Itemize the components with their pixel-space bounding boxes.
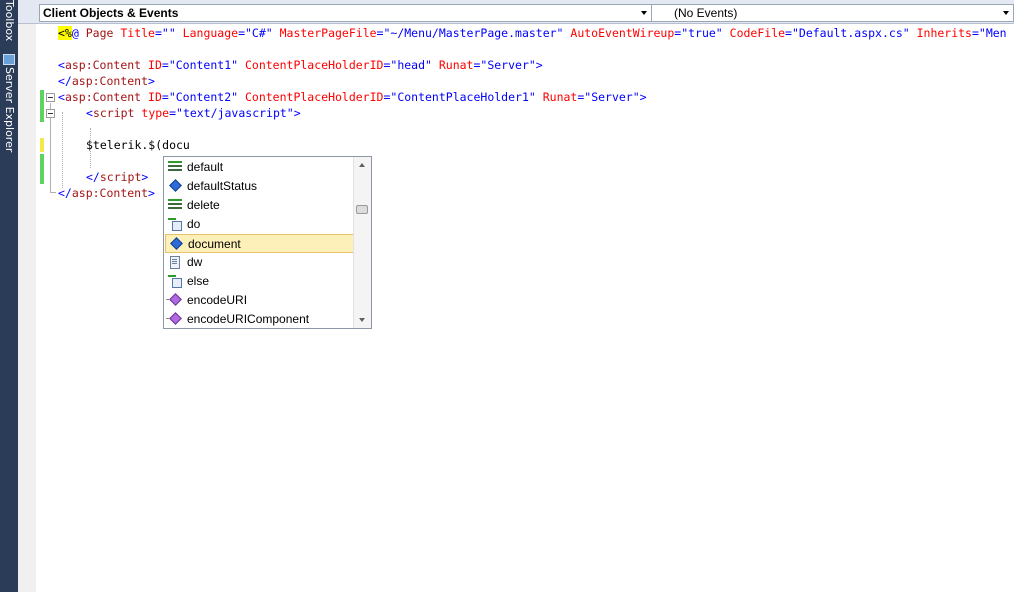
completion-item[interactable]: do — [165, 215, 354, 234]
code-line-script-open: <script type="text/javascript"> — [86, 106, 301, 120]
property-icon — [169, 238, 183, 250]
completion-item[interactable]: default — [165, 158, 354, 177]
chevron-down-icon[interactable] — [1003, 11, 1009, 15]
outline-guide-end — [50, 192, 56, 193]
keyword-icon — [168, 199, 182, 211]
code-line-content2-open: <asp:Content ID="Content2" ContentPlaceH… — [58, 90, 647, 104]
code-line-page-directive: <%@ Page Title="" Language="C#" MasterPa… — [58, 26, 1007, 40]
chevron-down-icon[interactable] — [641, 11, 647, 15]
indent-guide — [62, 112, 63, 188]
collapse-icon[interactable] — [46, 109, 55, 118]
method-icon — [166, 294, 182, 306]
code-line-content2-close: </asp:Content> — [58, 186, 155, 200]
scroll-down-icon[interactable] — [359, 318, 365, 322]
change-marker-unsaved — [40, 138, 44, 152]
code-line-content1-close: </asp:Content> — [58, 74, 155, 88]
completion-item[interactable]: encodeURI — [165, 291, 354, 310]
change-marker-saved — [40, 90, 44, 122]
code-line-cursor[interactable]: $telerik.$(docu​ — [86, 137, 190, 153]
snippet-icon — [168, 218, 182, 231]
completion-item[interactable]: defaultStatus — [165, 177, 354, 196]
navigation-bar: Client Objects & Events (No Events) — [18, 0, 1014, 24]
client-objects-dropdown-value: Client Objects & Events — [43, 6, 179, 20]
tool-window-strip: Toolbox Server Explorer — [0, 0, 18, 592]
server-explorer-tab[interactable]: Server Explorer — [0, 52, 18, 152]
keyword-icon — [168, 161, 182, 173]
completion-item-selected[interactable]: document — [165, 234, 354, 253]
completion-item[interactable]: dw — [165, 253, 354, 272]
collapse-icon[interactable] — [46, 93, 55, 102]
client-objects-dropdown[interactable]: Client Objects & Events — [39, 4, 652, 22]
code-line-script-close: </script> — [86, 170, 149, 184]
document-icon — [168, 256, 182, 269]
scroll-up-icon[interactable] — [359, 163, 365, 167]
scroll-thumb[interactable] — [356, 205, 368, 214]
property-icon — [168, 180, 182, 192]
intellisense-completion-list[interactable]: default defaultStatus delete do document… — [163, 156, 372, 329]
completion-scrollbar[interactable] — [353, 157, 371, 328]
toolbox-tab[interactable]: Toolbox — [0, 0, 18, 41]
completion-item[interactable]: delete — [165, 196, 354, 215]
server-explorer-tab-label: Server Explorer — [3, 67, 16, 153]
editor-gutter — [18, 24, 36, 592]
change-marker-saved — [40, 154, 44, 184]
snippet-icon — [168, 275, 182, 288]
events-dropdown[interactable]: (No Events) — [651, 4, 1014, 22]
toolbox-tab-label: Toolbox — [3, 0, 16, 42]
completion-item[interactable]: else — [165, 272, 354, 291]
server-explorer-icon — [3, 54, 15, 65]
method-icon — [166, 313, 182, 325]
code-line-content1-open: <asp:Content ID="Content1" ContentPlaceH… — [58, 58, 543, 72]
events-dropdown-value: (No Events) — [674, 6, 738, 20]
completion-item[interactable]: encodeURIComponent — [165, 310, 354, 329]
